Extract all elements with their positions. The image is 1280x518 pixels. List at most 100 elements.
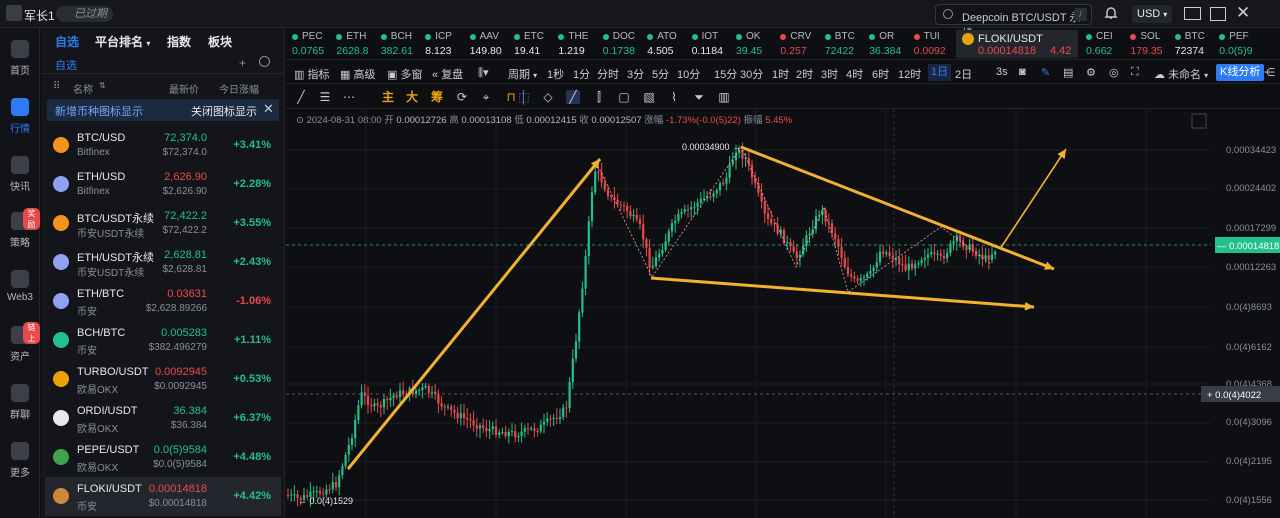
select-icon[interactable]: ⬚ (517, 90, 531, 104)
camera-icon[interactable]: ◙ (1019, 66, 1026, 78)
close-icon[interactable]: ✕ (1236, 4, 1252, 22)
period-option[interactable]: 1分 (573, 66, 590, 82)
period-option[interactable]: 5分 (652, 66, 669, 82)
banner-disable-link[interactable]: 关闭图标显示 (191, 103, 257, 119)
ticker-item[interactable]: OR 36.384 (867, 30, 909, 58)
ticker-item[interactable]: IOT 0.1184 (690, 30, 732, 58)
watchlist-row[interactable]: ETH/USDT永续 币安USDT永续 2,628.81 $2,628.81 +2.43… (45, 243, 281, 282)
nav-item-1[interactable]: 行情 (0, 98, 40, 135)
period-option[interactable]: 4时 (846, 66, 863, 82)
ticker-item[interactable]: BTC 72422 (823, 30, 865, 58)
ticker-item[interactable]: ETH 2628.8 (334, 30, 376, 58)
brush-icon[interactable]: ⌇ (667, 90, 681, 104)
bell-icon[interactable] (1104, 6, 1118, 20)
target-icon[interactable]: ◎ (1109, 66, 1119, 79)
period-option[interactable]: 12时 (898, 66, 921, 82)
filter-icon[interactable]: ⏷ (692, 90, 706, 104)
hlines-tool-icon[interactable]: ☰ (318, 90, 332, 104)
ticker-item[interactable]: BTC 72374 (1173, 30, 1215, 58)
watchlist-row[interactable]: BCH/BTC 币安 0.005283 $382.496279 +1.11% (45, 321, 281, 360)
refresh-interval[interactable]: 3s (996, 66, 1008, 78)
column-change[interactable]: 今日涨幅 (219, 81, 259, 96)
ticker-item[interactable]: TUI 0.0092 (912, 30, 954, 58)
pencil-icon[interactable]: ✎ (1041, 66, 1050, 79)
expand-icon[interactable] (1191, 113, 1207, 129)
sort-icon[interactable]: ⇅ (99, 81, 106, 90)
column-name[interactable]: 名称 (73, 81, 93, 96)
period-option[interactable]: 1时 (772, 66, 789, 82)
period-option[interactable]: 2时 (796, 66, 813, 82)
ticker-item[interactable]: ATO 4.505 (645, 30, 687, 58)
watchlist-row[interactable]: ETH/USD Bitfinex 2,626.90 $2,626.90 +2.28% (45, 165, 281, 204)
subtab-favorites[interactable]: 自选 (55, 57, 77, 73)
line-tool-icon[interactable]: ╱ (294, 90, 308, 104)
indicator-button[interactable]: ▥ 指标 (294, 66, 329, 82)
nav-item-6[interactable]: 群聊 (0, 384, 40, 421)
settings-icon[interactable]: ⚙ (1086, 66, 1096, 79)
ticker-item[interactable]: ICP 8.123 (423, 30, 465, 58)
main-chart-toggle[interactable]: 主 (381, 90, 395, 104)
nav-item-3[interactable]: 策略 奖励 (0, 208, 40, 249)
watchlist-row[interactable]: TURBO/USDT 欧易OKX 0.0092945 $0.0092945 +0.53% (45, 360, 281, 399)
ticker-item[interactable]: AAV 149.80 (468, 30, 510, 58)
nav-item-4[interactable]: Web3 (0, 270, 40, 303)
nav-item-5[interactable]: 资产 链上 (0, 322, 40, 363)
fullscreen-icon[interactable]: ⛶ (1131, 66, 1139, 79)
period-option[interactable]: 1日 (928, 64, 952, 81)
ticker-item[interactable]: SOL 179.35 (1128, 30, 1170, 58)
trend-line-icon[interactable]: ╱ (566, 90, 580, 104)
candle-tool-icon[interactable]: ⫿ (592, 90, 606, 104)
sync-icon[interactable]: ⟳ (455, 90, 469, 104)
watchlist-row[interactable]: BTC/USDT永续 币安USDT永续 72,422.2 $72,422.2 +3.55… (45, 204, 281, 243)
settings-icon[interactable] (259, 56, 270, 67)
big-order-toggle[interactable]: 大 (405, 90, 419, 104)
share-icon[interactable]: ⋲ (1264, 66, 1275, 79)
user-avatar-icon[interactable] (6, 5, 22, 21)
more-icon[interactable]: ⋯ (342, 90, 356, 104)
period-select[interactable]: 周期 ▾ (508, 66, 537, 82)
window-restore-icon[interactable] (1210, 7, 1226, 21)
user-name[interactable]: 军长1 (24, 7, 55, 24)
period-option[interactable]: 30分 (740, 66, 763, 82)
chip-toggle[interactable]: 筹 (430, 90, 444, 104)
ruler-icon[interactable]: ⌖ (479, 90, 493, 104)
add-icon[interactable]: + (239, 56, 246, 70)
column-price[interactable]: 最新价 (169, 81, 199, 96)
search-input[interactable]: Deepcoin BTC/USDT 永续 / (935, 4, 1092, 40)
price-chart[interactable]: ⊙ 2024-08-31 08:00 开 0.00012726 高 0.0001… (286, 109, 1280, 518)
tab-platform-rank[interactable]: 平台排名 ▾ (95, 33, 150, 50)
period-option[interactable]: 3时 (821, 66, 838, 82)
watchlist-row[interactable]: FLOKI/USDT 币安 0.00014818 $0.00014818 +4.42% (45, 477, 281, 516)
ticker-item[interactable]: CRV 0.257 (778, 30, 820, 58)
chart-type-button[interactable]: ⫼▾ (478, 66, 489, 80)
note-icon[interactable]: ▧ (642, 90, 656, 104)
eraser-icon[interactable]: ◇ (541, 90, 555, 104)
multi-window-button[interactable]: ▣ 多窗 (387, 66, 422, 82)
tab-sector[interactable]: 板块 (208, 33, 232, 50)
period-option[interactable]: 6时 (872, 66, 889, 82)
period-option[interactable]: 1秒 (547, 66, 564, 82)
mail-icon[interactable] (1184, 7, 1201, 20)
replay-button[interactable]: « 复盘 (432, 66, 463, 82)
chart-canvas[interactable]: 0.00034423 0.00024402 0.00017299 0.00012263… (286, 109, 1280, 518)
close-icon[interactable]: ✕ (263, 101, 274, 117)
nav-item-7[interactable]: 更多 (0, 442, 40, 479)
period-option[interactable]: 10分 (677, 66, 700, 82)
lock-icon[interactable]: ▢ (617, 90, 631, 104)
layout-select[interactable]: ☁ 未命名 ▾ (1154, 66, 1208, 82)
image-icon[interactable]: ▤ (1063, 66, 1073, 79)
ticker-item[interactable]: OK 39.45 (734, 30, 776, 58)
ticker-item[interactable]: PEC 0.0765 (290, 30, 332, 58)
advanced-button[interactable]: ▦ 高级 (340, 66, 375, 82)
watchlist-row[interactable]: PEPE/USDT 欧易OKX 0.0(5)9584 $0.0(5)9584 +4.48… (45, 438, 281, 477)
period-option[interactable]: 3分 (627, 66, 644, 82)
period-option[interactable]: 15分 (714, 66, 737, 82)
period-option[interactable]: 分时 (597, 66, 619, 82)
ticker-item[interactable]: ETC 19.41 (512, 30, 554, 58)
currency-select[interactable]: USD ▾ (1132, 5, 1172, 23)
watchlist-row[interactable]: BTC/USD Bitfinex 72,374.0 $72,374.0 +3.41% (45, 126, 281, 165)
tab-favorites[interactable]: 自选 (55, 33, 79, 50)
ticker-item[interactable]: FLOKI/USDT 0.00014818 4.42 (956, 30, 1078, 58)
nav-item-0[interactable]: 首页 (0, 40, 40, 77)
ticker-item[interactable]: BCH 382.61 (379, 30, 421, 58)
